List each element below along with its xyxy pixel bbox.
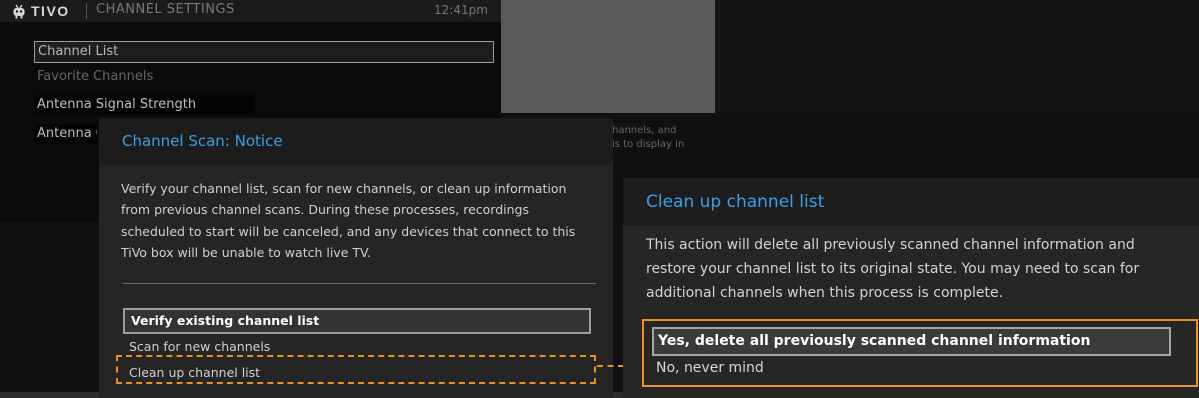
dialog-body-text: Verify your channel list, scan for new c… xyxy=(121,181,576,260)
clean-up-channel-list-dialog: Clean up channel list This action will d… xyxy=(623,178,1199,398)
dialog-title: Channel Scan: Notice xyxy=(122,132,283,150)
verify-channel-list-option[interactable]: Verify existing channel list xyxy=(123,308,591,334)
video-preview xyxy=(501,0,715,113)
tivo-logo: TIVO xyxy=(12,2,70,20)
menu-item-antenna-signal-strength[interactable]: Antenna Signal Strength xyxy=(34,95,255,115)
logo-text: TIVO xyxy=(31,3,70,19)
clean-up-option-highlight xyxy=(116,355,596,384)
top-bar: TIVO CHANNEL SETTINGS 12:41pm xyxy=(0,0,501,22)
menu-description-fragment: hannels, and is to display in xyxy=(612,125,685,150)
confirm-delete-button[interactable]: Yes, delete all previously scanned chann… xyxy=(652,327,1171,356)
dialog-header: Channel Scan: Notice xyxy=(99,118,613,165)
screen-title: CHANNEL SETTINGS xyxy=(96,2,235,17)
dialog-divider xyxy=(122,283,596,284)
clock: 12:41pm xyxy=(434,3,488,17)
background-panel xyxy=(715,0,1199,113)
confirm-options-highlight: Yes, delete all previously scanned chann… xyxy=(642,319,1198,387)
menu-item-antenna-other[interactable]: Antenna C xyxy=(34,124,97,144)
header-divider xyxy=(86,3,87,19)
dialog-body-text: This action will delete all previously s… xyxy=(646,237,1140,301)
menu-item-channel-list[interactable]: Channel List xyxy=(34,41,494,63)
dialog-header: Clean up channel list xyxy=(623,178,1199,226)
tivo-mascot-icon xyxy=(13,4,25,18)
dialog-title: Clean up channel list xyxy=(646,192,825,212)
menu-item-favorite-channels[interactable]: Favorite Channels xyxy=(34,67,153,87)
cancel-button[interactable]: No, never mind xyxy=(652,356,1167,381)
